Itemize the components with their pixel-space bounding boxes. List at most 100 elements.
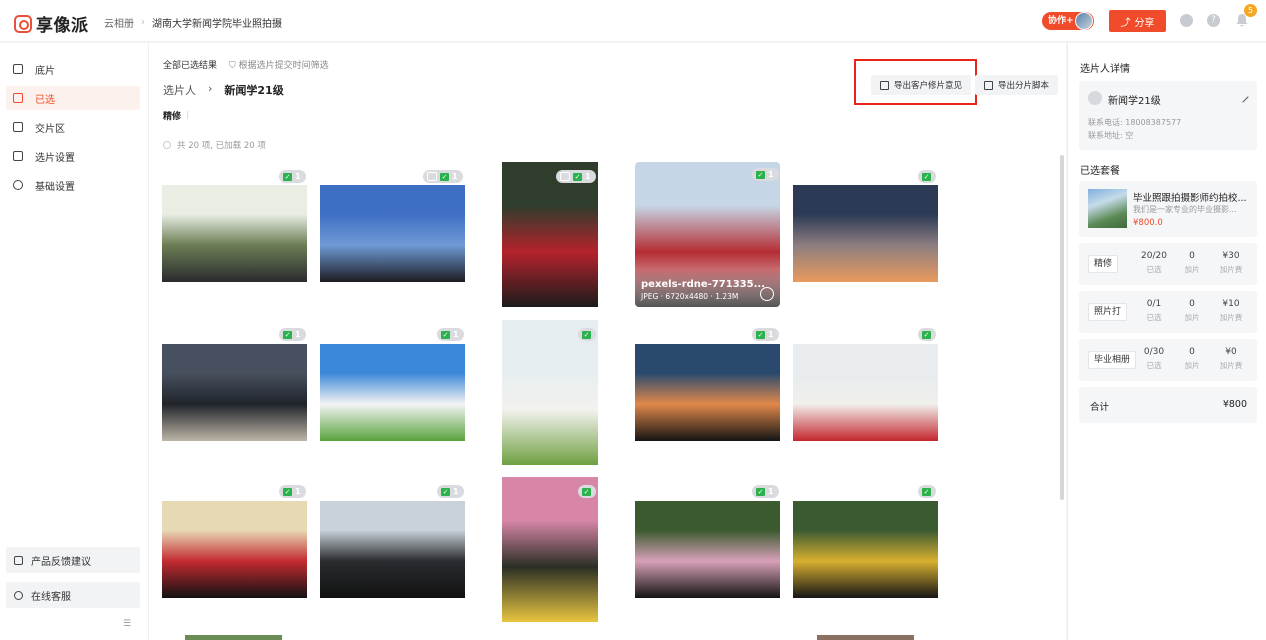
selector-picker[interactable]: 选片人 › 新闻学21级 — [163, 82, 284, 98]
photo-thumbnail[interactable] — [793, 501, 938, 598]
row-tag: 照片打 — [1088, 303, 1128, 321]
sidebar-item-basic-settings[interactable]: 基础设置 — [6, 173, 140, 197]
photo-thumbnail[interactable] — [162, 501, 307, 598]
sidebar-item-film[interactable]: 底片 — [6, 57, 140, 81]
selection-badge[interactable]: ✓ 1 — [279, 485, 306, 498]
photo-thumbnail[interactable]: pexels-rdne-771335... JPEG · 6720x4480 · … — [635, 162, 780, 307]
selection-badge[interactable]: ✓ — [578, 485, 596, 498]
breadcrumb-root[interactable]: 云相册 — [104, 15, 134, 30]
photo-thumbnail[interactable] — [320, 344, 465, 441]
package-card[interactable]: 毕业照跟拍摄影师约拍校... 我们是一家专业的毕业摄影... ¥800.0 — [1079, 181, 1257, 237]
share-label: 分享 — [1134, 17, 1155, 29]
selected-label: 已选 — [1146, 265, 1162, 274]
check-icon: ✓ — [756, 487, 765, 496]
export-feedback-button[interactable]: 导出客户修片意见 — [871, 75, 972, 95]
photo-thumbnail[interactable] — [793, 185, 938, 282]
support-button[interactable]: 在线客服 — [6, 582, 140, 608]
collapse-icon[interactable]: ☰ — [123, 619, 133, 629]
photo-thumbnail[interactable] — [635, 344, 780, 441]
selection-settings-icon — [13, 151, 23, 161]
select-all-radio[interactable] — [163, 141, 171, 149]
person-name: 新闻学21级 — [1108, 96, 1161, 107]
check-icon: ✓ — [573, 172, 582, 181]
photo-thumbnail[interactable] — [502, 477, 598, 622]
selection-badge[interactable]: ✓ 1 — [752, 328, 779, 341]
sidebar-item-label: 交片区 — [35, 123, 65, 135]
photo-thumbnail[interactable] — [320, 501, 465, 598]
export-feedback-label: 导出客户修片意见 — [894, 81, 963, 91]
photo-thumbnail-partial[interactable] — [817, 635, 914, 640]
selection-badge[interactable]: ✓ — [918, 485, 936, 498]
headset-icon — [14, 590, 23, 600]
fee-value: ¥10 — [1222, 299, 1240, 309]
photo-thumbnail[interactable] — [635, 501, 780, 598]
selection-badge[interactable]: ✓ 1 — [437, 485, 464, 498]
share-button[interactable]: ⤴ 分享 — [1109, 10, 1166, 32]
selection-badge[interactable]: ✓ 1 — [437, 328, 464, 341]
comment-icon[interactable] — [560, 172, 570, 181]
select-radio[interactable] — [760, 287, 774, 301]
photo-thumbnail[interactable] — [162, 344, 307, 441]
selection-badge[interactable]: ✓ 1 — [423, 170, 463, 183]
feedback-button[interactable]: 产品反馈建议 — [6, 547, 140, 573]
check-icon: ✓ — [441, 487, 450, 496]
notification-badge: 5 — [1244, 4, 1257, 17]
export-icon — [880, 80, 889, 90]
check-icon: ✓ — [440, 172, 449, 181]
tab-all-results[interactable]: 全部已选结果 — [163, 58, 217, 71]
photo-thumbnail[interactable] — [793, 344, 938, 441]
avatar[interactable] — [1075, 12, 1093, 30]
selected-value: 0/1 — [1146, 299, 1162, 309]
check-icon: ✓ — [922, 330, 931, 339]
addon-value: 0 — [1189, 347, 1195, 357]
selection-badge[interactable]: ✓ 1 — [279, 170, 306, 183]
photo-thumbnail[interactable] — [502, 320, 598, 465]
subtab-retouch[interactable]: 精修 — [163, 109, 181, 122]
photo-thumbnail[interactable] — [502, 162, 598, 307]
photo-thumbnail-partial[interactable] — [185, 635, 282, 640]
photo-thumbnail[interactable] — [162, 185, 307, 282]
sidebar-item-label: 基础设置 — [35, 181, 75, 193]
selected-value: 20/20 — [1141, 251, 1167, 261]
selector-name: 新闻学21级 — [224, 84, 284, 97]
export-script-button[interactable]: 导出分片脚本 — [975, 75, 1059, 95]
selection-badge[interactable]: ✓ 1 — [752, 168, 779, 181]
sidebar-item-selection-settings[interactable]: 选片设置 — [6, 144, 140, 168]
scrollbar[interactable] — [1060, 155, 1064, 500]
selection-badge[interactable]: ✓ — [918, 328, 936, 341]
badge-count: 1 — [295, 330, 301, 339]
selection-badge[interactable]: ✓ — [578, 328, 596, 341]
phone-text: 联系电话: 18008387577 — [1088, 118, 1182, 127]
photo-thumbnail[interactable] — [320, 185, 465, 282]
chevron-right-icon: › — [141, 17, 145, 28]
check-icon: ✓ — [756, 170, 765, 179]
export-script-label: 导出分片脚本 — [998, 81, 1050, 91]
result-tabs: 全部已选结果 ⛉ 根据选片提交时间筛选 — [163, 58, 329, 71]
fee-label: 加片费 — [1219, 265, 1243, 274]
selection-badge[interactable]: ✓ 1 — [279, 328, 306, 341]
filter-by-time[interactable]: ⛉ 根据选片提交时间筛选 — [229, 58, 329, 71]
edit-icon[interactable] — [1237, 91, 1249, 103]
selection-badge[interactable]: ✓ 1 — [556, 170, 596, 183]
check-icon: ✓ — [582, 330, 591, 339]
package-row: 毕业相册 0/30 已选 0 加片 ¥0 加片费 — [1079, 339, 1257, 381]
selector-label: 选片人 — [163, 84, 196, 97]
selection-badge[interactable]: ✓ 1 — [752, 485, 779, 498]
filter-icon: ⛉ — [229, 61, 239, 71]
sidebar-item-selected[interactable]: 已选 — [6, 86, 140, 110]
help-circle-icon[interactable] — [1180, 14, 1193, 27]
sidebar-item-delivery[interactable]: 交片区 — [6, 115, 140, 139]
addon-label: 加片 — [1184, 265, 1200, 274]
badge-count: 1 — [768, 330, 774, 339]
check-icon: ✓ — [283, 487, 292, 496]
fee-value: ¥0 — [1225, 347, 1237, 357]
detail-title: 选片人详情 — [1080, 64, 1130, 75]
photo-meta: JPEG · 6720x4480 · 1.23M — [641, 292, 739, 301]
feedback-icon — [14, 555, 23, 565]
app-logo[interactable]: 享像派 — [14, 11, 89, 36]
question-icon[interactable]: ? — [1207, 14, 1220, 27]
top-bar: 享像派 云相册 › 湖南大学新闻学院毕业照拍摄 协作+ ⤴ 分享 ? 5 — [0, 0, 1266, 42]
check-icon: ✓ — [756, 330, 765, 339]
comment-icon[interactable] — [427, 172, 437, 181]
selection-badge[interactable]: ✓ — [918, 170, 936, 183]
